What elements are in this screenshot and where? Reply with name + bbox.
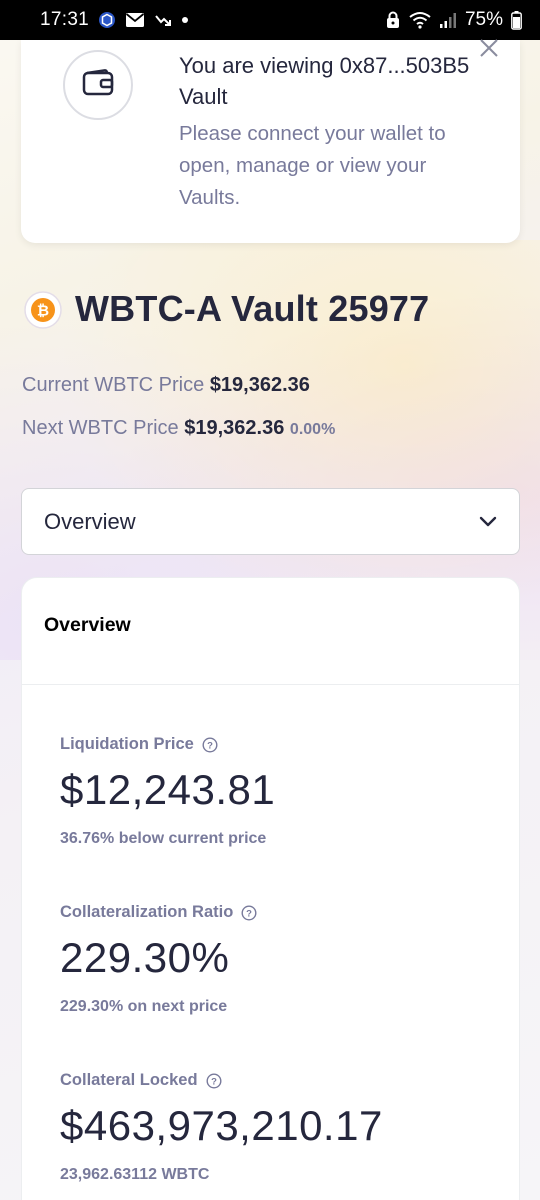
close-icon bbox=[478, 37, 500, 64]
next-price-value: $19,362.36 bbox=[184, 417, 285, 439]
svg-text:?: ? bbox=[211, 1076, 217, 1087]
notice-body: Please connect your wallet to open, mana… bbox=[179, 122, 446, 209]
current-price-row: Current WBTC Price $19,362.36 bbox=[22, 374, 310, 397]
chevron-down-icon bbox=[479, 516, 497, 528]
collateralization-ratio-metric: Collateralization Ratio ? 229.30% 229.30… bbox=[60, 903, 257, 1016]
metric-subtext: 23,962.63112 WBTC bbox=[60, 1166, 210, 1183]
metric-label: Collateralization Ratio bbox=[60, 903, 234, 921]
vault-title: WBTC-A Vault 25977 bbox=[75, 288, 430, 329]
status-time: 17:31 bbox=[40, 9, 90, 30]
next-price-label: Next WBTC Price bbox=[22, 417, 179, 439]
metric-value: $463,973,210.17 bbox=[60, 1102, 383, 1149]
notice-title: You are viewing 0x87...503B5 Vault bbox=[179, 53, 470, 109]
metric-subtext: 229.30% on next price bbox=[60, 998, 228, 1015]
help-icon[interactable]: ? bbox=[202, 736, 218, 753]
connect-wallet-notice: You are viewing 0x87...503B5 Vault Pleas… bbox=[21, 37, 520, 243]
view-select-dropdown[interactable]: Overview bbox=[21, 488, 520, 555]
battery-percentage: 75% bbox=[464, 9, 503, 30]
current-price-value: $19,362.36 bbox=[209, 374, 310, 396]
next-price-row: Next WBTC Price $19,362.36 0.00% bbox=[22, 417, 335, 440]
crypto-app-icon bbox=[98, 11, 116, 29]
overview-panel: Overview Liquidation Price ? $12,243.81 … bbox=[21, 577, 520, 1200]
wifi-icon bbox=[409, 11, 431, 29]
help-icon[interactable]: ? bbox=[241, 904, 257, 921]
svg-text:?: ? bbox=[207, 740, 213, 751]
overview-title: Overview bbox=[22, 578, 519, 685]
status-bar: 17:31 75% bbox=[0, 0, 540, 40]
collateral-locked-metric: Collateral Locked ? $463,973,210.17 23,9… bbox=[60, 1071, 383, 1184]
mail-icon bbox=[125, 12, 145, 28]
metric-label: Liquidation Price bbox=[60, 735, 194, 753]
svg-text:?: ? bbox=[246, 908, 252, 919]
next-price-change: 0.00% bbox=[289, 421, 336, 438]
metric-value: 229.30% bbox=[60, 934, 230, 981]
svg-text:₿: ₿ bbox=[37, 303, 49, 320]
help-icon[interactable]: ? bbox=[206, 1072, 222, 1089]
dot-icon bbox=[181, 16, 189, 24]
missed-call-icon bbox=[154, 12, 172, 28]
metric-value: $12,243.81 bbox=[60, 766, 276, 813]
liquidation-price-metric: Liquidation Price ? $12,243.81 36.76% be… bbox=[60, 735, 275, 848]
metric-label: Collateral Locked bbox=[60, 1071, 198, 1089]
close-button[interactable] bbox=[476, 37, 502, 63]
wallet-avatar bbox=[63, 50, 133, 120]
lock-icon bbox=[385, 11, 401, 29]
wallet-icon bbox=[82, 68, 114, 102]
dropdown-selected-value: Overview bbox=[44, 508, 136, 534]
signal-icon bbox=[439, 11, 457, 29]
bitcoin-icon: ₿ bbox=[24, 291, 62, 329]
metric-subtext: 36.76% below current price bbox=[60, 830, 267, 847]
battery-icon bbox=[511, 10, 522, 30]
current-price-label: Current WBTC Price bbox=[22, 374, 205, 396]
